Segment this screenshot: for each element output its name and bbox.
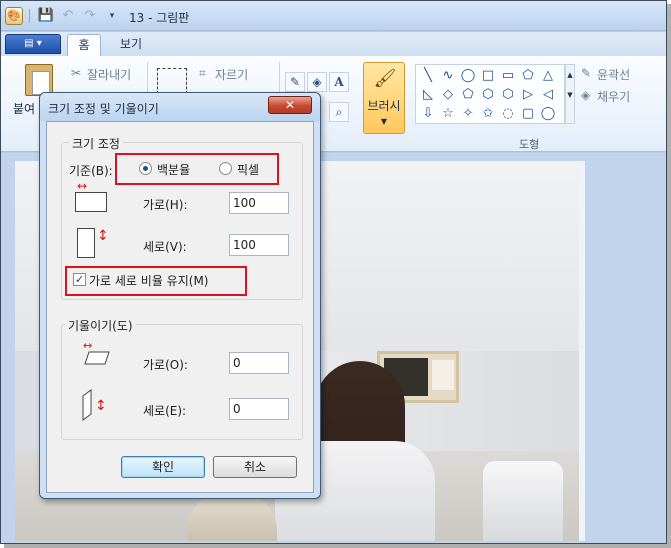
resize-group-label: 크기 조정 — [69, 135, 123, 152]
basis-label: 기준(B): — [69, 164, 113, 178]
brush-icon: 🖌 — [373, 68, 397, 89]
ribbon-tab-row: ▤ ▾ 홈 보기 — [1, 32, 666, 56]
shape-item-icon[interactable]: ◺ — [418, 85, 438, 104]
crop-icon[interactable]: ⌗ — [199, 66, 206, 81]
svg-text:↕: ↕ — [95, 398, 107, 414]
horizontal-skew-icon: ↔ — [83, 340, 110, 365]
dialog-title-bar[interactable]: 크기 조정 및 기울이기 ✕ — [40, 93, 320, 121]
brushes-label: 브러시 — [367, 99, 401, 113]
brushes-button[interactable]: 🖌 브러시 ▼ — [363, 62, 405, 134]
shape-item-icon[interactable]: ✧ — [458, 104, 478, 123]
dialog-body: 크기 조정 기준(B): 백분율 픽셀 ↔ 가로(H): 100 ↕ 세로(V)… — [46, 121, 314, 493]
paint-menu-button[interactable]: ▤ ▾ — [5, 34, 61, 54]
shape-item-icon[interactable]: ⬡ — [478, 85, 498, 104]
photo-frame-paper — [432, 360, 454, 390]
horizontal-resize-icon — [75, 192, 107, 212]
quick-access-dropdown-icon[interactable]: ▾ — [103, 7, 121, 25]
dialog-title: 크기 조정 및 기울이기 — [48, 102, 159, 116]
shape-item-icon[interactable]: ◁ — [538, 85, 558, 104]
select-icon[interactable] — [157, 68, 187, 94]
resize-horizontal-input[interactable]: 100 — [229, 192, 289, 214]
shape-item-icon[interactable]: ⬠ — [458, 85, 478, 104]
shape-item-icon[interactable]: □ — [478, 66, 498, 85]
crop-button[interactable]: 자르기 — [215, 66, 248, 83]
photo-chair — [483, 461, 563, 541]
shape-item-icon[interactable]: ✩ — [478, 104, 498, 123]
fill-button[interactable]: 채우기 — [597, 88, 630, 105]
paint-window: 🎨 💾 ↶ ↷ ▾ 13 - 그림판 ▤ ▾ 홈 보기 붙여 ✂ 잘라내기 ⌗ … — [0, 0, 667, 544]
vertical-resize-icon — [77, 228, 95, 258]
cut-icon[interactable]: ✂ — [71, 66, 81, 80]
ok-button[interactable]: 확인 — [121, 456, 205, 478]
shapes-group-label: 도형 — [519, 138, 540, 151]
horizontal-resize-arrow-icon: ↔ — [77, 179, 88, 193]
outline-icon[interactable]: ✎ — [581, 66, 591, 80]
window-title: 13 - 그림판 — [129, 11, 190, 25]
shape-item-icon[interactable]: ⬡ — [498, 85, 518, 104]
undo-icon[interactable]: ↶ — [59, 7, 77, 25]
shape-item-icon[interactable]: △ — [538, 66, 558, 85]
pixel-radio[interactable] — [219, 162, 232, 175]
paste-button-label[interactable]: 붙여 — [13, 100, 35, 117]
window-shadow-right — [667, 4, 671, 548]
save-icon[interactable]: 💾 — [37, 7, 55, 25]
canvas-resize-edge[interactable] — [579, 161, 585, 541]
percent-radio[interactable] — [139, 162, 152, 175]
skew-horizontal-label: 가로(O): — [143, 358, 188, 372]
shape-item-icon[interactable]: ◯ — [458, 66, 478, 85]
shape-item-icon[interactable]: ◯ — [538, 104, 558, 123]
shapes-scroll-icon[interactable]: ▲ ▼ — [565, 64, 575, 124]
outline-button[interactable]: 윤곽선 — [597, 66, 630, 83]
shape-item-icon[interactable]: ◇ — [438, 85, 458, 104]
shape-item-icon[interactable]: ⇩ — [418, 104, 438, 123]
cut-button[interactable]: 잘라내기 — [87, 66, 131, 83]
keep-ratio-checkbox[interactable]: ✓ — [73, 273, 86, 286]
shapes-gallery: ╲ ∿ ◯ □ ▭ ⬠ △ ◺ ◇ ⬠ ⬡ ⬡ ▷ ◁ ⇩ ☆ ✧ ✩ ◌ ▢ ◯ — [415, 64, 565, 124]
magnifier-icon[interactable]: ⌕ — [329, 102, 349, 122]
shape-item-icon[interactable]: ∿ — [438, 66, 458, 85]
shape-item-icon[interactable]: ⬠ — [518, 66, 538, 85]
vertical-resize-arrow-icon: ↕ — [97, 228, 109, 244]
percent-label[interactable]: 백분율 — [157, 161, 190, 178]
fill-bucket-icon[interactable]: ◈ — [307, 72, 327, 92]
vertical-skew-icon: ↕ — [82, 389, 107, 421]
shape-item-icon[interactable]: ☆ — [438, 104, 458, 123]
title-bar: 🎨 💾 ↶ ↷ ▾ 13 - 그림판 — [1, 1, 666, 31]
redo-icon[interactable]: ↷ — [81, 7, 99, 25]
resize-skew-dialog: 크기 조정 및 기울이기 ✕ 크기 조정 기준(B): 백분율 픽셀 ↔ 가로(… — [39, 92, 321, 499]
quick-access-separator — [29, 9, 30, 23]
svg-text:↔: ↔ — [83, 340, 92, 352]
dialog-close-button[interactable]: ✕ — [268, 96, 312, 114]
skew-horizontal-input[interactable]: 0 — [229, 352, 289, 374]
keep-ratio-label[interactable]: 가로 세로 비율 유지(M) — [89, 272, 208, 289]
paint-app-icon[interactable]: 🎨 — [5, 7, 23, 25]
tab-home[interactable]: 홈 — [67, 34, 101, 56]
brushes-dropdown-icon: ▼ — [380, 117, 388, 126]
skew-vertical-label: 세로(E): — [143, 404, 187, 418]
pixel-label[interactable]: 픽셀 — [237, 161, 259, 178]
shape-item-icon[interactable]: ▭ — [498, 66, 518, 85]
resize-vertical-input[interactable]: 100 — [229, 234, 289, 256]
shape-item-icon[interactable]: ▷ — [518, 85, 538, 104]
skew-group-label: 기울이기(도) — [65, 317, 136, 334]
pencil-icon[interactable]: ✎ — [285, 72, 305, 92]
shape-item-icon[interactable]: ◌ — [498, 104, 518, 123]
cancel-button[interactable]: 취소 — [213, 456, 297, 478]
fill-icon[interactable]: ◈ — [581, 88, 590, 102]
text-tool-icon[interactable]: A — [329, 72, 349, 92]
resize-vertical-label: 세로(V): — [143, 240, 187, 254]
shape-item-icon[interactable]: ▢ — [518, 104, 538, 123]
shape-item-icon[interactable]: ╲ — [418, 66, 438, 85]
resize-horizontal-label: 가로(H): — [143, 198, 188, 212]
skew-vertical-input[interactable]: 0 — [229, 398, 289, 420]
window-shadow-bottom — [4, 544, 671, 548]
tab-view[interactable]: 보기 — [111, 34, 151, 56]
